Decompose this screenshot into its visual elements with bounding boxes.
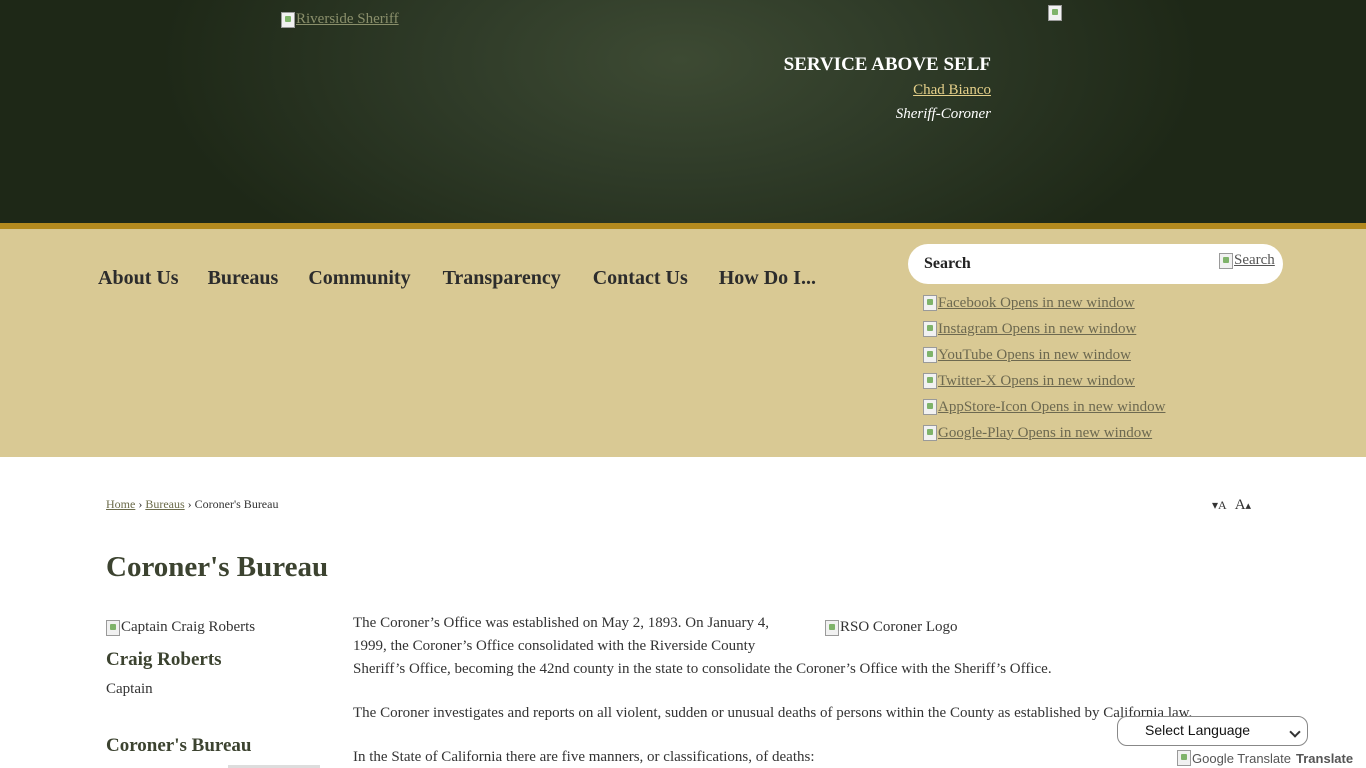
font-size-tools: ▾A A▴ — [1212, 497, 1251, 514]
breadcrumb-bureaus[interactable]: Bureaus — [145, 497, 184, 511]
search-placeholder: Search — [924, 255, 971, 272]
social-instagram-link[interactable]: Instagram Opens in new window — [923, 316, 1165, 342]
search-input[interactable]: Search Search — [908, 244, 1283, 284]
site-header: Riverside Sheriff SERVICE ABOVE SELF Cha… — [0, 0, 1366, 223]
social-google-play-link[interactable]: Google-Play Opens in new window — [923, 420, 1165, 446]
breadcrumb-separator: › — [138, 497, 143, 511]
main-content: The Coroner’s Office was established on … — [353, 612, 1253, 768]
google-play-icon — [923, 425, 937, 441]
broken-image-icon — [1048, 5, 1062, 21]
sheriff-title: Sheriff-Coroner — [895, 106, 991, 122]
social-links: Facebook Opens in new window Instagram O… — [923, 290, 1165, 446]
youtube-icon — [923, 347, 937, 363]
intro-paragraph-start: The Coroner’s Office was established on … — [353, 615, 770, 654]
broken-image-icon — [106, 619, 120, 636]
decrease-font-button[interactable]: ▾A — [1212, 498, 1227, 513]
social-twitter-x-link[interactable]: Twitter-X Opens in new window — [923, 368, 1165, 394]
search-icon — [1219, 252, 1233, 269]
riverside-sheriff-logo[interactable]: Riverside Sheriff — [281, 11, 399, 28]
broken-image-icon — [281, 11, 295, 28]
google-translate-icon — [1177, 750, 1191, 766]
social-facebook-link[interactable]: Facebook Opens in new window — [923, 290, 1165, 316]
nav-contact-us[interactable]: Contact Us — [593, 267, 688, 290]
language-select[interactable]: Select Language — [1117, 716, 1308, 746]
facebook-icon — [923, 295, 937, 311]
social-appstore-link[interactable]: AppStore-Icon Opens in new window — [923, 394, 1165, 420]
nav-community[interactable]: Community — [308, 267, 410, 290]
breadcrumb: Home › Bureaus › Coroner's Bureau — [106, 497, 278, 512]
sidebar-section-title: Coroner's Bureau — [106, 735, 252, 756]
nav-about-us[interactable]: About Us — [98, 267, 179, 290]
captain-role: Captain — [106, 681, 153, 697]
manners-of-death-paragraph: In the State of California there are fiv… — [353, 749, 815, 765]
site-tagline: SERVICE ABOVE SELF — [783, 54, 991, 75]
main-nav: About Us Bureaus Community Transparency … — [98, 267, 845, 290]
nav-transparency[interactable]: Transparency — [443, 267, 561, 290]
page-title: Coroner's Bureau — [106, 551, 329, 583]
social-youtube-link[interactable]: YouTube Opens in new window — [923, 342, 1165, 368]
breadcrumb-separator: › — [187, 497, 192, 511]
intro-paragraph-end: Sheriff’s Office, becoming the 42nd coun… — [353, 661, 1052, 677]
instagram-icon — [923, 321, 937, 337]
google-translate-brand: Google Translate Translate — [1177, 750, 1353, 766]
search-button[interactable]: Search — [1219, 252, 1275, 269]
captain-name: Craig Roberts — [106, 649, 222, 670]
captain-photo: Captain Craig Roberts — [106, 619, 255, 636]
twitter-x-icon — [923, 373, 937, 389]
increase-font-button[interactable]: A▴ — [1235, 497, 1251, 514]
breadcrumb-home[interactable]: Home — [106, 497, 135, 511]
sheriff-name-link[interactable]: Chad Bianco — [913, 82, 991, 99]
breadcrumb-current: Coroner's Bureau — [194, 497, 279, 511]
nav-bureaus[interactable]: Bureaus — [208, 267, 279, 290]
nav-how-do-i[interactable]: How Do I... — [719, 267, 816, 290]
appstore-icon — [923, 399, 937, 415]
caret-up-icon: ▴ — [1245, 500, 1252, 512]
header-badge-image — [1048, 5, 1062, 21]
